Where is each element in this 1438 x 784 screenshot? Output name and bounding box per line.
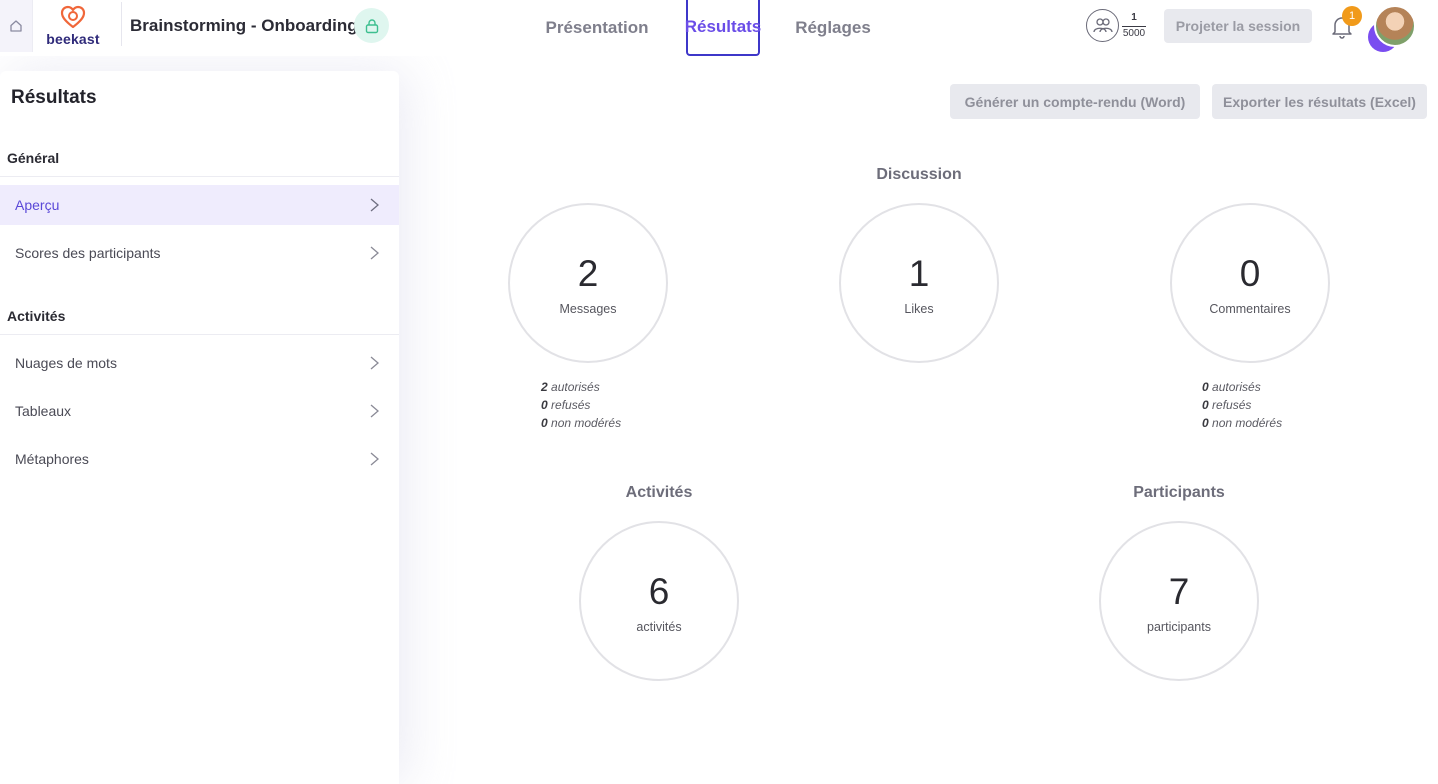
participants-title: Participants [1133, 484, 1225, 501]
beekast-logo-icon [60, 5, 86, 29]
sidebar-item-metaphors[interactable]: Métaphores [0, 439, 399, 479]
breakdown-count: 0 [1202, 380, 1209, 394]
chevron-right-icon [370, 246, 379, 260]
likes-stat: 1 Likes [839, 203, 999, 363]
comments-breakdown: 0 autorisés 0 refusés 0 non modérés [1202, 378, 1282, 432]
sidebar-item-label: Nuages de mots [15, 355, 117, 371]
participant-count: 1 [1131, 12, 1137, 23]
sidebar-item-label: Tableaux [15, 403, 72, 419]
participants-icon [1086, 9, 1119, 42]
tab-settings[interactable]: Réglages [790, 0, 876, 56]
lock-button[interactable] [354, 8, 389, 43]
fraction-line [1122, 26, 1146, 27]
session-title: Brainstorming - Onboarding [130, 16, 358, 35]
section-general: Général [7, 150, 60, 166]
activities-count: 6 [648, 571, 670, 612]
top-bar: beekast Brainstorming - Onboarding Prése… [0, 0, 1438, 56]
beekast-logo[interactable]: beekast [42, 5, 104, 49]
comments-count: 0 [1239, 253, 1261, 294]
discussion-title: Discussion [876, 166, 962, 183]
breakdown-row: 0 refusés [541, 396, 621, 414]
chevron-right-icon [370, 404, 379, 418]
breakdown-count: 0 [1202, 398, 1209, 412]
notification-badge: 1 [1342, 6, 1362, 26]
comments-label: Commentaires [1209, 302, 1291, 316]
messages-count: 2 [577, 253, 599, 294]
home-button[interactable] [0, 0, 33, 52]
sidebar-item-participant-scores[interactable]: Scores des participants [0, 233, 399, 273]
logo-text: beekast [46, 31, 100, 47]
participant-counter[interactable]: 1 5000 [1086, 9, 1150, 43]
messages-breakdown: 2 autorisés 0 refusés 0 non modérés [541, 378, 621, 432]
sidebar-item-label: Aperçu [15, 197, 60, 213]
home-icon [10, 20, 22, 32]
chevron-right-icon [370, 452, 379, 466]
tab-results[interactable]: Résultats [685, 0, 761, 56]
project-session-button[interactable]: Projeter la session [1164, 9, 1312, 43]
tab-presentation[interactable]: Présentation [540, 0, 654, 56]
breakdown-label: autorisés [551, 380, 600, 394]
generate-word-report-button[interactable]: Générer un compte-rendu (Word) [950, 84, 1200, 119]
divider [0, 334, 399, 335]
activities-title: Activités [625, 484, 693, 501]
breakdown-label: non modérés [551, 416, 622, 430]
messages-stat: 2 Messages [508, 203, 668, 363]
lock-icon [365, 18, 378, 33]
avatar[interactable] [1374, 5, 1416, 47]
sidebar-item-boards[interactable]: Tableaux [0, 391, 399, 431]
sidebar-item-label: Métaphores [15, 451, 89, 467]
messages-label: Messages [559, 302, 617, 316]
breakdown-count: 0 [1202, 416, 1209, 430]
breakdown-count: 0 [541, 398, 548, 412]
breakdown-row: 0 non modérés [541, 414, 621, 432]
comments-stat: 0 Commentaires [1170, 203, 1330, 363]
activities-label: activités [636, 620, 682, 634]
participants-stat: 7 participants [1099, 521, 1259, 681]
chevron-right-icon [370, 356, 379, 370]
header-divider [121, 2, 122, 46]
breakdown-label: non modérés [1212, 416, 1283, 430]
divider [0, 176, 399, 177]
breakdown-label: autorisés [1212, 380, 1261, 394]
breakdown-row: 0 non modérés [1202, 414, 1282, 432]
sidebar-item-word-clouds[interactable]: Nuages de mots [0, 343, 399, 383]
export-excel-button[interactable]: Exporter les résultats (Excel) [1212, 84, 1427, 119]
activities-stat: 6 activités [579, 521, 739, 681]
breakdown-count: 2 [541, 380, 548, 394]
likes-label: Likes [904, 302, 934, 316]
participant-max: 5000 [1122, 28, 1146, 39]
chevron-right-icon [370, 198, 379, 212]
breakdown-label: refusés [551, 398, 591, 412]
breakdown-row: 0 autorisés [1202, 378, 1282, 396]
breakdown-row: 2 autorisés [541, 378, 621, 396]
breakdown-row: 0 refusés [1202, 396, 1282, 414]
breakdown-label: refusés [1212, 398, 1252, 412]
participants-label: participants [1147, 620, 1211, 634]
participants-count: 7 [1168, 571, 1190, 612]
sidebar-item-label: Scores des participants [15, 245, 161, 261]
section-activities: Activités [7, 308, 66, 324]
sidebar-title: Résultats [11, 87, 97, 108]
likes-count: 1 [908, 253, 930, 294]
breakdown-count: 0 [541, 416, 548, 430]
results-sidebar: Résultats Général Aperçu Scores des part… [0, 71, 399, 784]
sidebar-item-overview[interactable]: Aperçu [0, 185, 399, 225]
